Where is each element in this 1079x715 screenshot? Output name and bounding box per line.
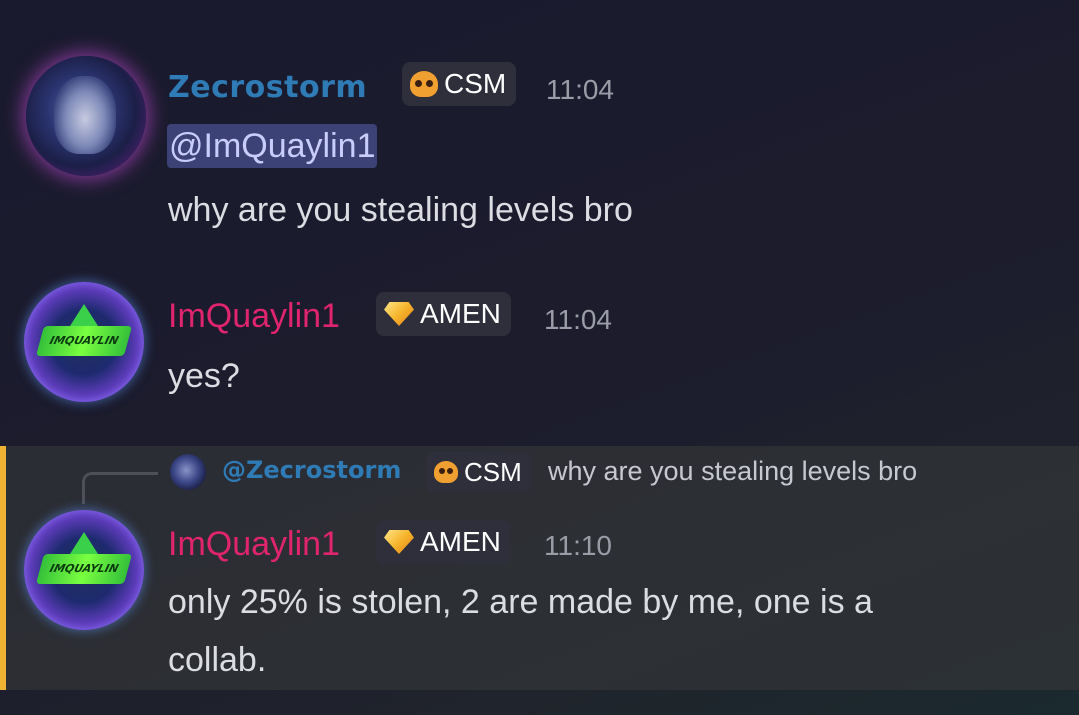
- role-tag-label: CSM: [444, 68, 507, 99]
- avatar-logo: IMQUAYLIN: [35, 326, 133, 356]
- role-tag-amen[interactable]: AMEN: [376, 520, 511, 564]
- message-text: yes?: [168, 357, 240, 395]
- timestamp: 11:10: [544, 530, 612, 561]
- mention-highlight-bar: [0, 446, 6, 690]
- role-tag-amen[interactable]: AMEN: [376, 292, 511, 336]
- username-imquaylin1[interactable]: ImQuaylin1: [168, 524, 340, 564]
- timestamp: 11:04: [544, 304, 612, 335]
- user-mention[interactable]: @ImQuaylin1: [167, 124, 378, 168]
- role-tag-label: AMEN: [420, 526, 501, 557]
- username-zecrostorm[interactable]: Zecrostorm: [168, 68, 367, 108]
- skull-icon: [410, 71, 438, 97]
- reply-avatar-zecrostorm[interactable]: [170, 454, 206, 490]
- avatar-face: [54, 76, 116, 154]
- username-imquaylin1[interactable]: ImQuaylin1: [168, 296, 340, 336]
- avatar-logo: IMQUAYLIN: [35, 554, 133, 584]
- reply-author[interactable]: @Zecrostorm: [222, 456, 401, 484]
- message-text: why are you stealing levels bro: [168, 191, 633, 229]
- avatar-imquaylin1[interactable]: IMQUAYLIN: [24, 282, 144, 402]
- role-tag-label: AMEN: [420, 298, 501, 329]
- reply-role-tag-label: CSM: [464, 456, 522, 487]
- avatar-zecrostorm[interactable]: [26, 56, 146, 176]
- timestamp: 11:04: [546, 74, 614, 105]
- message-text-line-1: only 25% is stolen, 2 are made by me, on…: [168, 583, 873, 621]
- avatar-imquaylin1[interactable]: IMQUAYLIN: [24, 510, 144, 630]
- skull-icon: [434, 461, 458, 483]
- logo-triangle: [70, 532, 98, 554]
- message-text-line-2: collab.: [168, 641, 267, 679]
- reply-connector: [82, 472, 158, 504]
- role-tag-csm[interactable]: CSM: [402, 62, 517, 106]
- logo-triangle: [70, 304, 98, 326]
- reply-role-tag-csm: CSM: [426, 452, 532, 492]
- gem-icon: [384, 302, 414, 326]
- gem-icon: [384, 530, 414, 554]
- reply-preview-text[interactable]: why are you stealing levels bro: [548, 456, 917, 487]
